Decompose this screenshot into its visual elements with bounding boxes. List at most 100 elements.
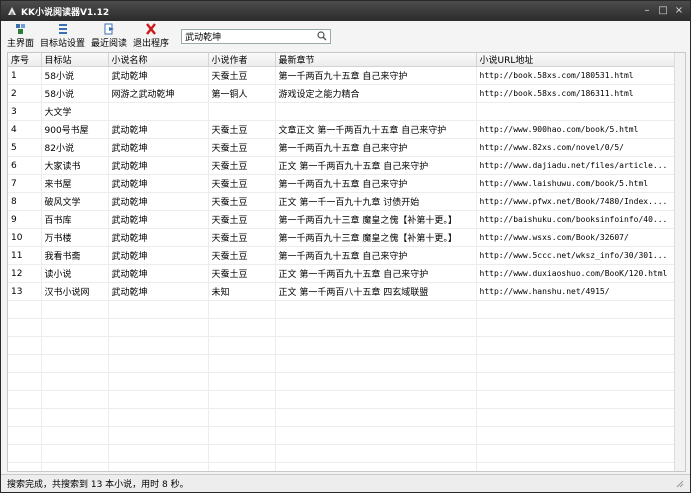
site-settings-button[interactable]: 目标站设置 [40, 22, 85, 50]
search-input[interactable]: 武动乾坤 [181, 28, 332, 44]
empty-cell [8, 426, 42, 445]
cell-author: 天蚕土豆 [208, 120, 276, 139]
column-header-title[interactable]: 小说名称 [108, 53, 209, 67]
empty-cell [8, 354, 42, 373]
exit-label: 退出程序 [133, 39, 170, 49]
table-row[interactable]: 4 900号书屋 武动乾坤 天蚕土豆 文章正文 第一千两百九十五章 自己来守护 http:… [8, 120, 677, 139]
table-row[interactable]: 11 我看书斋 武动乾坤 天蚕土豆 第一千两百九十五章 自己来守护 http://www.… [8, 246, 677, 265]
empty-cell [108, 390, 209, 409]
home-button[interactable]: 主界面 [7, 22, 34, 50]
cell-title: 武动乾坤 [108, 66, 209, 85]
empty-row [8, 354, 677, 373]
table-row[interactable]: 12 读小说 武动乾坤 天蚕土豆 正文 第一千两百九十五章 自己来守护 http://ww… [8, 264, 677, 283]
cell-title: 网游之武动乾坤 [108, 84, 209, 103]
empty-cell [476, 354, 677, 373]
empty-cell [208, 354, 276, 373]
cell-title: 武动乾坤 [108, 228, 209, 247]
cell-author: 第一铜人 [208, 84, 276, 103]
empty-row [8, 444, 677, 463]
empty-cell [108, 336, 209, 355]
empty-cell [208, 300, 276, 319]
empty-row [8, 300, 677, 319]
cell-latest-chapter [275, 102, 477, 121]
empty-cell [8, 390, 42, 409]
results-table[interactable]: 序号 目标站 小说名称 小说作者 最新章节 小说URL地址 1 58小说 武动乾坤天… [7, 52, 686, 472]
empty-cell [275, 462, 477, 471]
cell-index: 13 [8, 282, 42, 301]
search-icon[interactable] [317, 31, 327, 41]
toolbar: 主界面 目标站设置 最近阅读 退出程序 武动乾坤 [1, 21, 690, 51]
table-row[interactable]: 5 82小说 武动乾坤 天蚕土豆 第一千两百九十五章 自己来守护 http://www.8… [8, 138, 677, 157]
home-grid-icon [15, 24, 25, 34]
column-header-url[interactable]: 小说URL地址 [476, 53, 677, 67]
cell-site: 58小说 [41, 84, 109, 103]
table-row[interactable]: 7 来书屋 武动乾坤 天蚕土豆 第一千两百九十五章 自己来守护 http://www.la… [8, 174, 677, 193]
table-row[interactable]: 10 万书楼 武动乾坤 天蚕土豆 第一千两百九十三章 魔皇之傀【补第十更。】 http:/… [8, 228, 677, 247]
cell-title: 武动乾坤 [108, 138, 209, 157]
empty-cell [41, 300, 109, 319]
column-header-index[interactable]: 序号 [8, 53, 42, 67]
table-row[interactable]: 3 大文学 [8, 102, 677, 121]
empty-cell [41, 426, 109, 445]
empty-cell [208, 408, 276, 427]
cell-title: 武动乾坤 [108, 210, 209, 229]
empty-cell [476, 426, 677, 445]
recent-reading-label: 最近阅读 [91, 39, 128, 49]
column-header-author[interactable]: 小说作者 [208, 53, 276, 67]
site-settings-label: 目标站设置 [40, 39, 86, 49]
exit-button[interactable]: 退出程序 [133, 22, 169, 50]
empty-cell [108, 372, 209, 391]
table-row[interactable]: 2 58小说 网游之武动乾坤 第一铜人 游戏设定之能力精合 http://book.58x… [8, 84, 677, 103]
table-row[interactable]: 9 百书库 武动乾坤 天蚕土豆 第一千两百九十三章 魔皇之傀【补第十更。】 http://… [8, 210, 677, 229]
cell-site: 破风文学 [41, 192, 109, 211]
empty-cell [41, 354, 109, 373]
cell-index: 4 [8, 120, 42, 139]
empty-cell [108, 300, 209, 319]
empty-row [8, 372, 677, 391]
empty-row [8, 426, 677, 445]
empty-cell [8, 300, 42, 319]
vertical-scrollbar[interactable] [674, 53, 685, 471]
cell-url: http://www.hanshu.net/4915/ [476, 282, 677, 301]
title-bar[interactable]: KK小说阅读器V1.12 – □ × [1, 1, 690, 21]
maximize-icon[interactable]: □ [658, 6, 668, 16]
table-row[interactable]: 1 58小说 武动乾坤 天蚕土豆 第一千两百九十五章 自己来守护 http://book.… [8, 66, 677, 85]
table-body: 1 58小说 武动乾坤 天蚕土豆 第一千两百九十五章 自己来守护 http://book.… [8, 66, 677, 471]
cell-index: 10 [8, 228, 42, 247]
table-row[interactable]: 8 破风文学 武动乾坤 天蚕土豆 正文 第一千一百九十九章 讨债开始 http://www… [8, 192, 677, 211]
empty-cell [41, 318, 109, 337]
resize-grip-icon[interactable] [676, 480, 684, 488]
minimize-icon[interactable]: – [642, 6, 652, 16]
cell-site: 82小说 [41, 138, 109, 157]
close-icon[interactable]: × [674, 6, 684, 16]
cell-url: http://book.58xs.com/186311.html [476, 84, 677, 103]
cell-author: 天蚕土豆 [208, 246, 276, 265]
search-value: 武动乾坤 [185, 32, 222, 43]
empty-cell [8, 408, 42, 427]
table-row[interactable]: 6 大家读书 武动乾坤 天蚕土豆 正文 第一千两百九十五章 自己来守护 http://ww… [8, 156, 677, 175]
cell-author: 天蚕土豆 [208, 228, 276, 247]
empty-cell [41, 462, 109, 471]
cell-site: 大文学 [41, 102, 109, 121]
empty-cell [476, 462, 677, 471]
empty-cell [8, 318, 42, 337]
column-header-latest-chapter[interactable]: 最新章节 [275, 53, 477, 67]
home-button-label: 主界面 [7, 39, 35, 49]
empty-cell [208, 336, 276, 355]
cell-index: 3 [8, 102, 42, 121]
cell-latest-chapter: 正文 第一千一百九十九章 讨债开始 [275, 192, 477, 211]
column-header-site[interactable]: 目标站 [41, 53, 109, 67]
cell-title [108, 102, 209, 121]
cell-url: http://www.laishuwu.com/book/5.html [476, 174, 677, 193]
cell-site: 大家读书 [41, 156, 109, 175]
recent-reading-button[interactable]: 最近阅读 [91, 22, 127, 50]
cell-author: 天蚕土豆 [208, 264, 276, 283]
empty-cell [476, 444, 677, 463]
cell-title: 武动乾坤 [108, 192, 209, 211]
cell-site: 百书库 [41, 210, 109, 229]
empty-cell [41, 408, 109, 427]
cell-index: 11 [8, 246, 42, 265]
table-row[interactable]: 13 汉书小说网 武动乾坤 未知 正文 第一千两百八十五章 四玄域联盟 http://ww… [8, 282, 677, 301]
cell-site: 汉书小说网 [41, 282, 109, 301]
page-arrow-icon [104, 23, 115, 35]
